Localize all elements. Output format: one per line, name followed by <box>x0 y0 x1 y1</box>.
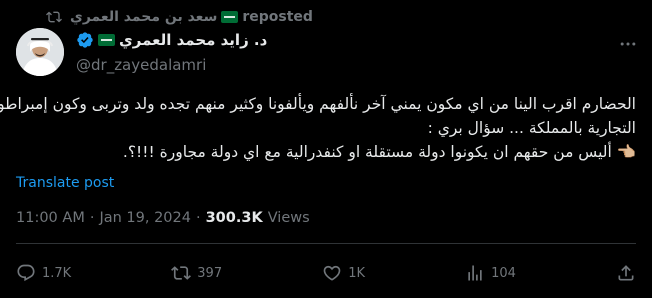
post-line: 👈🏼 أليس من حقهم ان يكونوا دولة مستقلة او… <box>122 143 636 161</box>
views-label: Views <box>267 210 310 226</box>
author-avatar[interactable] <box>16 28 64 76</box>
share-button[interactable] <box>616 263 636 283</box>
meta-separator: · <box>89 210 95 226</box>
like-button[interactable]: 1K <box>322 263 365 283</box>
repost-text[interactable]: سعد بن محمد العمري reposted <box>70 9 313 25</box>
verified-badge-icon <box>77 32 93 48</box>
meta-separator: · <box>195 210 201 226</box>
translate-post-link[interactable]: Translate post <box>16 175 114 191</box>
repost-header: سعد بن محمد العمري reposted <box>46 7 313 27</box>
reply-icon <box>17 264 35 282</box>
bar-chart-icon <box>468 265 482 281</box>
repost-count: 397 <box>197 265 223 281</box>
saudi-flag-icon <box>98 34 115 46</box>
divider <box>16 243 636 244</box>
repost-icon <box>171 266 192 280</box>
repost-label: reposted <box>242 9 313 25</box>
views-button[interactable]: 104 <box>465 263 516 283</box>
more-options-icon[interactable] <box>618 34 638 54</box>
author-name[interactable]: د. زايد محمد العمري <box>119 31 267 49</box>
repost-button[interactable]: 397 <box>171 263 222 283</box>
heart-icon <box>323 265 341 281</box>
like-count: 1K <box>348 265 365 281</box>
action-bar: 1.7K 397 1K 104 <box>16 262 636 284</box>
author-name-row[interactable]: د. زايد محمد العمري <box>76 30 267 50</box>
repost-author[interactable]: سعد بن محمد العمري <box>70 9 217 25</box>
repost-icon <box>46 11 62 23</box>
post-time[interactable]: 11:00 AM <box>16 210 85 226</box>
saudi-flag-icon <box>221 11 239 23</box>
post-text: الحضارم اقرب الينا من اي مكون يمني آخر ن… <box>0 92 636 164</box>
reply-count: 1.7K <box>42 265 72 281</box>
post-date[interactable]: Jan 19, 2024 <box>99 210 191 226</box>
post-line: الحضارم اقرب الينا من اي مكون يمني آخر ن… <box>0 95 636 113</box>
views-action-count: 104 <box>491 265 516 281</box>
author-info: د. زايد محمد العمري @dr_zayedalamri <box>76 30 267 74</box>
post-meta: 11:00 AM · Jan 19, 2024 · 300.3K Views <box>16 210 310 226</box>
share-icon <box>618 265 634 281</box>
reply-button[interactable]: 1.7K <box>16 263 71 283</box>
author-handle[interactable]: @dr_zayedalamri <box>76 56 267 74</box>
views-count: 300.3K <box>205 210 263 226</box>
post-line: التجارية بالمملكة ... سؤال بري : <box>427 119 636 137</box>
